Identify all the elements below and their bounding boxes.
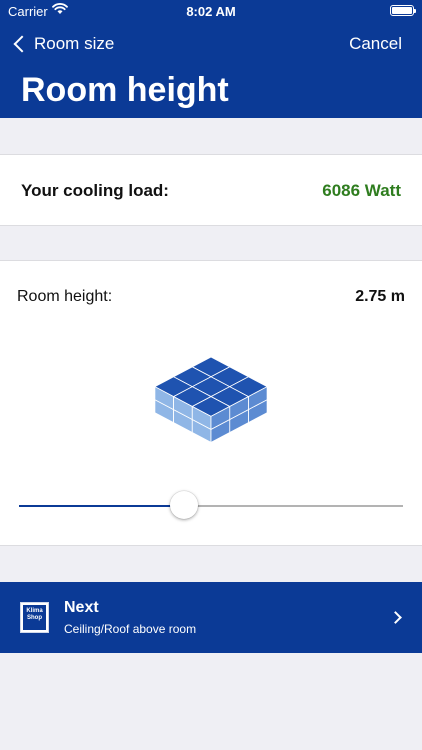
klimashop-logo-text: Klima Shop bbox=[23, 605, 46, 630]
cooling-load-value: 6086 Watt bbox=[322, 181, 401, 200]
room-height-value: 2.75 m bbox=[355, 288, 405, 305]
cooling-load-row: Your cooling load: 6086 Watt bbox=[0, 154, 422, 226]
cubes-illustration bbox=[151, 353, 271, 450]
back-button[interactable]: Room size bbox=[12, 32, 114, 56]
room-height-label: Room height: bbox=[17, 288, 113, 305]
cancel-button[interactable]: Cancel bbox=[349, 34, 402, 54]
status-bar: Carrier 8:02 AM bbox=[0, 0, 422, 22]
nav-header: Carrier 8:02 AM Room size Cancel Room he… bbox=[0, 0, 422, 118]
cooling-load-label: Your cooling load: bbox=[21, 181, 169, 200]
back-chevron-icon bbox=[13, 35, 31, 53]
battery-icon bbox=[390, 5, 416, 16]
next-button[interactable]: Klima Shop Next Ceiling/Roof above room bbox=[0, 582, 422, 653]
room-height-slider[interactable] bbox=[19, 491, 403, 521]
back-button-label: Room size bbox=[34, 34, 115, 53]
slider-fill bbox=[19, 505, 185, 507]
next-title: Next bbox=[64, 599, 99, 616]
klimashop-logo: Klima Shop bbox=[20, 602, 49, 633]
slider-thumb[interactable] bbox=[170, 491, 199, 519]
next-chevron-icon bbox=[389, 611, 402, 624]
clock: 8:02 AM bbox=[186, 4, 236, 19]
next-subtitle: Ceiling/Roof above room bbox=[64, 622, 197, 636]
room-height-card: Room height: 2.75 m bbox=[0, 260, 422, 546]
page-title: Room height bbox=[21, 71, 229, 109]
